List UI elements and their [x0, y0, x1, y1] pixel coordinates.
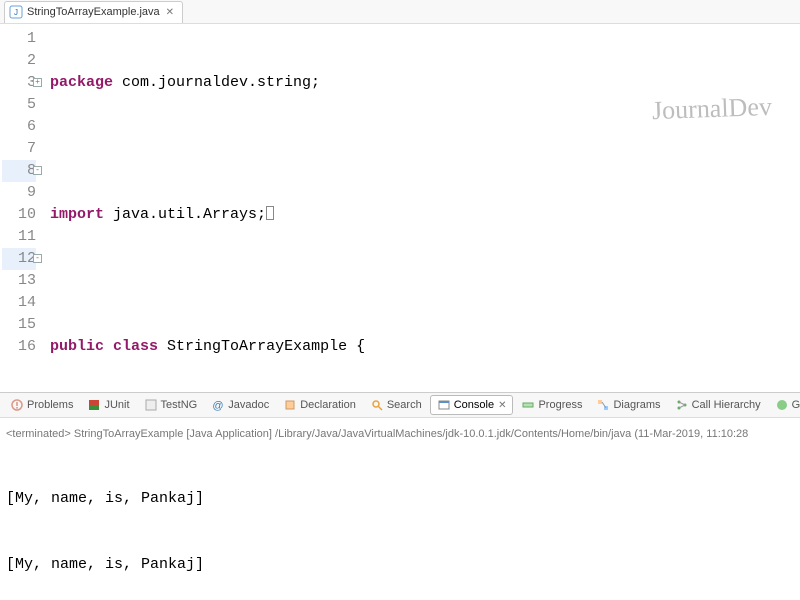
console-launch-meta: <terminated> StringToArrayExample [Java … — [0, 418, 800, 442]
tab-console[interactable]: Console ✕ — [430, 395, 514, 415]
javadoc-icon: @ — [211, 398, 225, 412]
tab-diagrams[interactable]: Diagrams — [590, 396, 666, 414]
code-content[interactable]: package com.journaldev.string; import ja… — [44, 24, 800, 392]
search-icon — [370, 398, 384, 412]
more-icon — [775, 398, 789, 412]
java-file-icon: J — [9, 5, 23, 19]
console-line: [My, name, is, Pankaj] — [6, 554, 794, 576]
bottom-view-tabs: Problems JUnit TestNG @ Javadoc Declarat… — [0, 392, 800, 418]
code-editor[interactable]: 1 2 3+ 5 6 7 8- 9 10 11 12- 13 14 15 16 … — [0, 24, 800, 392]
console-output[interactable]: [My, name, is, Pankaj] [My, name, is, Pa… — [0, 442, 800, 600]
fold-icon[interactable]: - — [33, 166, 42, 175]
testng-icon — [144, 398, 158, 412]
tab-progress[interactable]: Progress — [515, 396, 588, 414]
editor-tab-bar: J StringToArrayExample.java ✕ — [0, 0, 800, 24]
call-hierarchy-icon — [675, 398, 689, 412]
problems-icon — [10, 398, 24, 412]
cursor-icon — [266, 206, 274, 220]
tab-junit[interactable]: JUnit — [81, 396, 135, 414]
tab-search[interactable]: Search — [364, 396, 428, 414]
diagrams-icon — [596, 398, 610, 412]
tab-more[interactable]: G — [769, 396, 800, 414]
svg-text:@: @ — [213, 400, 224, 411]
tab-call-hierarchy[interactable]: Call Hierarchy — [669, 396, 767, 414]
editor-tab-label: StringToArrayExample.java — [27, 6, 160, 18]
declaration-icon — [283, 398, 297, 412]
progress-icon — [521, 398, 535, 412]
junit-icon — [87, 398, 101, 412]
editor-tab[interactable]: J StringToArrayExample.java ✕ — [4, 1, 183, 23]
line-number-gutter: 1 2 3+ 5 6 7 8- 9 10 11 12- 13 14 15 16 — [0, 24, 44, 392]
tab-javadoc[interactable]: @ Javadoc — [205, 396, 275, 414]
console-line: [My, name, is, Pankaj] — [6, 488, 794, 510]
fold-icon[interactable]: + — [33, 78, 42, 87]
close-icon[interactable]: ✕ — [498, 400, 506, 411]
tab-problems[interactable]: Problems — [4, 396, 79, 414]
console-icon — [437, 398, 451, 412]
close-icon[interactable]: ✕ — [166, 7, 174, 18]
tab-testng[interactable]: TestNG — [138, 396, 204, 414]
fold-icon[interactable]: - — [33, 254, 42, 263]
svg-text:J: J — [14, 8, 18, 17]
tab-declaration[interactable]: Declaration — [277, 396, 362, 414]
